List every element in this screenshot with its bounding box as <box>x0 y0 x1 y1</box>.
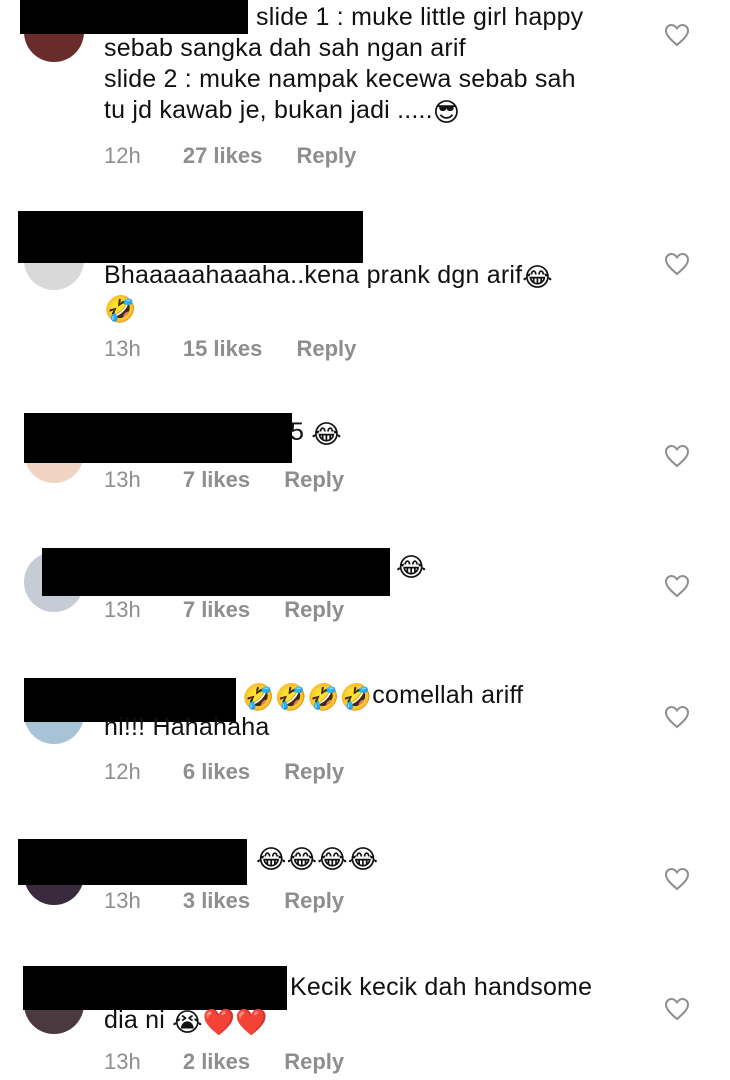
reply-button[interactable]: Reply <box>284 1049 344 1075</box>
heart-outline-icon[interactable] <box>664 574 690 598</box>
likes-count[interactable]: 27 likes <box>183 143 263 169</box>
comment-text: Bhaaaaahaaaha..kena prank dgn arif😂 🤣 <box>104 260 644 324</box>
redacted-username <box>18 211 363 263</box>
comment-4: 😂 13h 7 likes Reply <box>0 540 730 650</box>
comment-3: 5 😂 13h 7 likes Reply <box>0 405 730 515</box>
timestamp: 13h <box>104 1049 141 1074</box>
crying-heart-emoji: 😭❤️❤️ <box>172 1008 268 1038</box>
comment-line: ni!!! Hahahaha <box>104 713 270 741</box>
timestamp: 12h <box>104 143 141 168</box>
comment-text: 😂 <box>396 550 456 582</box>
comment-line-text: 5 <box>290 418 305 446</box>
sunglasses-emoji: 😎 <box>432 98 461 128</box>
likes-count[interactable]: 2 likes <box>183 1049 250 1075</box>
comment-text: Kecik kecik dah handsome <box>290 972 650 1003</box>
redacted-username <box>24 413 292 463</box>
comment-meta: 13h 15 likes Reply <box>104 336 384 366</box>
laughing-emoji: 😂 <box>396 553 427 583</box>
comment-6: 😂😂😂😂 13h 3 likes Reply <box>0 830 730 940</box>
likes-count[interactable]: 7 likes <box>183 597 250 623</box>
comment-line: Bhaaaaahaaaha..kena prank dgn arif😂 <box>104 260 644 292</box>
likes-count[interactable]: 15 likes <box>183 336 263 362</box>
comment-meta: 13h 7 likes Reply <box>104 597 372 627</box>
likes-count[interactable]: 7 likes <box>183 467 250 493</box>
reply-button[interactable]: Reply <box>284 597 344 623</box>
reply-button[interactable]: Reply <box>284 888 344 914</box>
heart-outline-icon[interactable] <box>664 705 690 729</box>
timestamp: 13h <box>104 888 141 913</box>
laughing-emoji: 😂 <box>311 420 342 450</box>
comment-text: 😂😂😂😂 <box>256 842 456 874</box>
comment-line-text: comellah ariff <box>372 681 524 709</box>
comment-line: 🤣 <box>104 292 644 324</box>
comment-text: slide 1 : muke little girl happy sebab s… <box>104 2 644 127</box>
rofl-emoji: 🤣 <box>104 295 137 325</box>
rofl-emoji: 🤣🤣🤣🤣 <box>242 683 373 713</box>
timestamp: 13h <box>104 597 141 622</box>
comment-meta: 13h 2 likes Reply <box>104 1049 372 1079</box>
comment-line: sebab sangka dah sah ngan arif <box>104 34 466 62</box>
comment-line: dia ni 😭❤️❤️ <box>104 1005 644 1037</box>
comment-line: 😂 <box>396 550 456 582</box>
comment-meta: 12h 27 likes Reply <box>104 143 384 173</box>
reply-button[interactable]: Reply <box>284 759 344 785</box>
redacted-username <box>42 548 390 596</box>
comment-line: 😂😂😂😂 <box>256 842 456 874</box>
reply-button[interactable]: Reply <box>296 143 356 169</box>
timestamp: 13h <box>104 467 141 492</box>
heart-outline-icon[interactable] <box>664 252 690 276</box>
comment-meta: 13h 3 likes Reply <box>104 888 372 918</box>
timestamp: 13h <box>104 336 141 361</box>
laughing-emoji: 😂 <box>522 263 553 293</box>
comment-1: slide 1 : muke little girl happy sebab s… <box>0 0 730 185</box>
comment-line: 5 😂 <box>290 417 410 449</box>
comment-text: 🤣🤣🤣🤣comellah ariff <box>242 680 662 712</box>
heart-outline-icon[interactable] <box>664 867 690 891</box>
comment-line: 🤣🤣🤣🤣comellah ariff <box>242 680 662 712</box>
likes-count[interactable]: 6 likes <box>183 759 250 785</box>
comment-5: 🤣🤣🤣🤣comellah ariff ni!!! Hahahaha 12h 6 … <box>0 670 730 815</box>
heart-outline-icon[interactable] <box>664 23 690 47</box>
heart-outline-icon[interactable] <box>664 444 690 468</box>
reply-button[interactable]: Reply <box>284 467 344 493</box>
reply-button[interactable]: Reply <box>296 336 356 362</box>
likes-count[interactable]: 3 likes <box>183 888 250 914</box>
comment-meta: 13h 7 likes Reply <box>104 467 372 497</box>
comment-line: tu jd kawab je, bukan jadi .....😎 <box>104 95 644 127</box>
comment-line-text: tu jd kawab je, bukan jadi ..... <box>104 96 433 124</box>
comment-meta: 12h 6 likes Reply <box>104 759 372 789</box>
comment-line-text: Bhaaaaahaaaha..kena prank dgn arif <box>104 261 523 289</box>
redacted-username <box>23 966 287 1010</box>
comment-line-text: dia ni <box>104 1006 165 1034</box>
comment-line: slide 1 : muke little girl happy <box>256 3 584 31</box>
comment-text-line2: dia ni 😭❤️❤️ <box>104 1005 644 1037</box>
comment-2: Bhaaaaahaaaha..kena prank dgn arif😂 🤣 13… <box>0 205 730 375</box>
heart-outline-icon[interactable] <box>664 997 690 1021</box>
comment-line: Kecik kecik dah handsome <box>290 973 593 1001</box>
comment-text: 5 😂 <box>290 417 410 449</box>
laughing-emoji: 😂😂😂😂 <box>256 845 379 875</box>
comment-line: slide 2 : muke nampak kecewa sebab sah <box>104 65 576 93</box>
comment-7: Kecik kecik dah handsome dia ni 😭❤️❤️ 13… <box>0 960 730 1080</box>
comment-text-line2: ni!!! Hahahaha <box>104 712 644 743</box>
redacted-username <box>18 839 247 885</box>
timestamp: 12h <box>104 759 141 784</box>
